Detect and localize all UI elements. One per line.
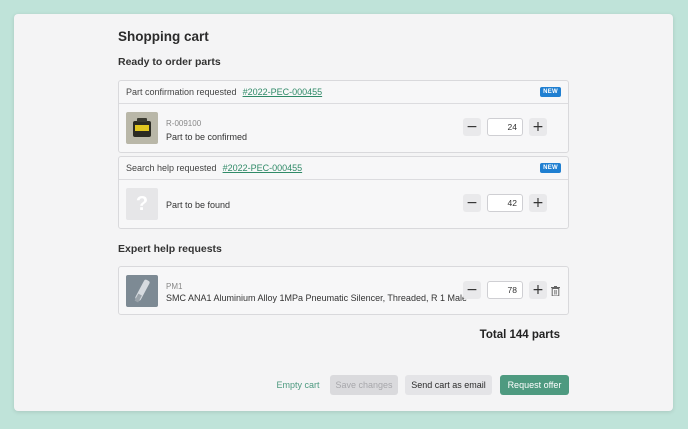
- empty-cart-button[interactable]: Empty cart: [270, 375, 326, 395]
- increase-button[interactable]: +: [529, 118, 547, 136]
- decrease-button[interactable]: −: [463, 281, 481, 299]
- send-cart-email-button[interactable]: Send cart as email: [405, 375, 492, 395]
- cart-card-search: Search help requested #2022-PEC-000455 N…: [118, 156, 569, 229]
- request-link[interactable]: #2022-PEC-000455: [243, 87, 323, 97]
- page-title: Shopping cart: [118, 29, 209, 44]
- save-changes-button[interactable]: Save changes: [330, 375, 398, 395]
- card-body: R-009100 Part to be confirmed − +: [119, 104, 568, 152]
- section-title-expert: Expert help requests: [118, 243, 222, 255]
- part-image: [126, 275, 158, 307]
- decrease-button[interactable]: −: [463, 118, 481, 136]
- part-name: Part to be found: [166, 200, 231, 210]
- card-header-label: Part confirmation requested: [126, 87, 237, 97]
- increase-button[interactable]: +: [529, 194, 547, 212]
- decrease-button[interactable]: −: [463, 194, 481, 212]
- request-link[interactable]: #2022-PEC-000455: [223, 163, 303, 173]
- cart-panel: Shopping cart Ready to order parts Part …: [14, 14, 673, 411]
- card-body: ? Part to be found − +: [119, 180, 568, 228]
- quantity-input[interactable]: [487, 281, 523, 299]
- quantity-stepper: − +: [463, 281, 547, 299]
- new-badge: NEW: [540, 163, 561, 173]
- part-id: R-009100: [166, 119, 202, 128]
- trash-icon[interactable]: [551, 286, 560, 296]
- quantity-input[interactable]: [487, 194, 523, 212]
- part-name: SMC ANA1 Aluminium Alloy 1MPa Pneumatic …: [166, 293, 467, 303]
- quantity-input[interactable]: [487, 118, 523, 136]
- cart-total: Total 144 parts: [479, 329, 560, 341]
- quantity-stepper: − +: [463, 194, 547, 212]
- quantity-stepper: − +: [463, 118, 547, 136]
- part-image: [126, 112, 158, 144]
- card-header-label: Search help requested: [126, 163, 217, 173]
- increase-button[interactable]: +: [529, 281, 547, 299]
- part-id: PM1: [166, 282, 183, 291]
- request-offer-button[interactable]: Request offer: [500, 375, 569, 395]
- section-title-ready: Ready to order parts: [118, 56, 221, 68]
- part-name: Part to be confirmed: [166, 132, 248, 142]
- question-mark-icon: ?: [126, 188, 158, 220]
- cart-card-confirmation: Part confirmation requested #2022-PEC-00…: [118, 80, 569, 153]
- cart-card-expert: PM1 SMC ANA1 Aluminium Alloy 1MPa Pneuma…: [118, 266, 569, 315]
- card-header: Part confirmation requested #2022-PEC-00…: [119, 81, 568, 104]
- card-body: PM1 SMC ANA1 Aluminium Alloy 1MPa Pneuma…: [119, 267, 568, 315]
- new-badge: NEW: [540, 87, 561, 97]
- card-header: Search help requested #2022-PEC-000455 N…: [119, 157, 568, 180]
